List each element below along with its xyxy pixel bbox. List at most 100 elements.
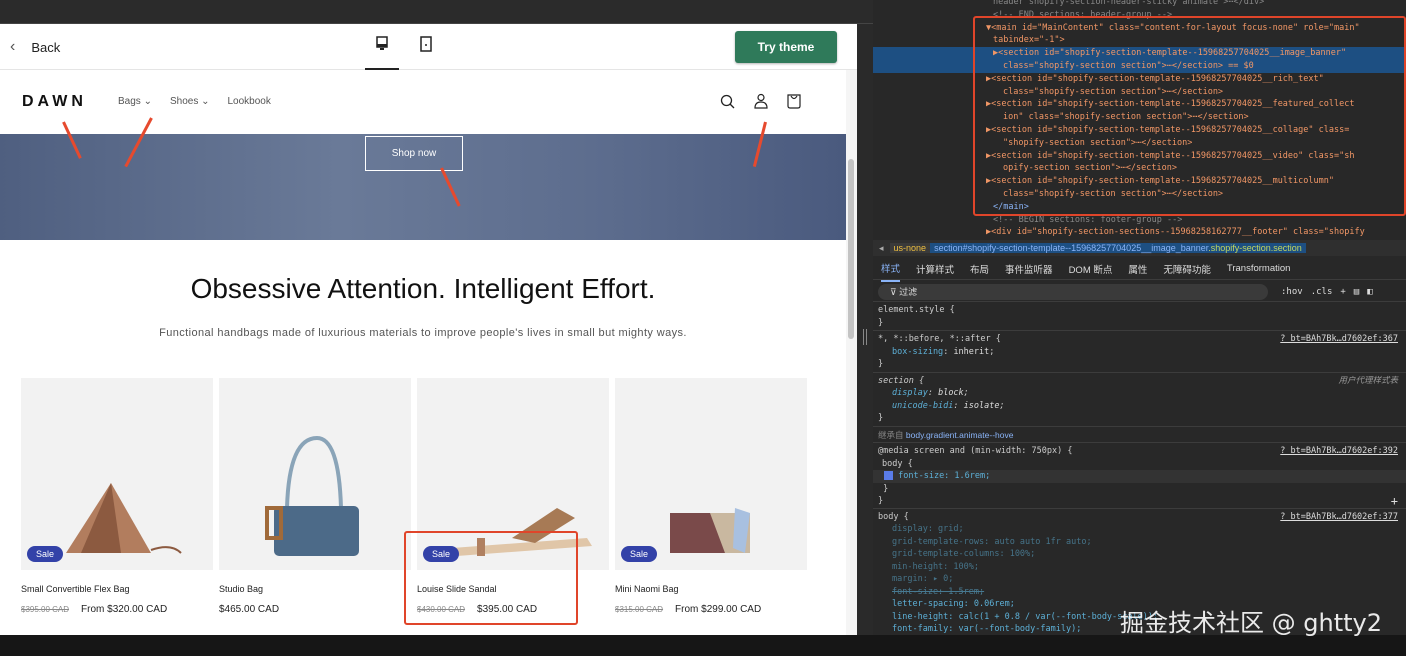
css-declaration[interactable]: font-family: var(--font-body-family); [878, 624, 1081, 634]
bag-image [670, 508, 750, 553]
shop-now-button[interactable]: Shop now [365, 136, 463, 171]
tab-0[interactable]: 样式 [881, 256, 901, 282]
styles-toolbar: :hov .cls + ▤ ◧ [1281, 284, 1373, 300]
tab-4[interactable]: DOM 断点 [1069, 262, 1113, 276]
highlight-box [404, 531, 578, 625]
tab-1[interactable]: 计算样式 [916, 262, 954, 276]
css-prop[interactable]: unicode-bidi [878, 401, 953, 411]
product-card[interactable]: Studio Bag $465.00 CAD [219, 378, 411, 615]
tab-6[interactable]: 无障碍功能 [1163, 262, 1211, 276]
dom-node-line[interactable]: header shopify-section-header-sticky ani… [873, 0, 1406, 9]
rule-selector: body { [878, 511, 909, 522]
sale-badge: Sale [621, 546, 658, 562]
inherited-from-link[interactable]: body.gradient.animate--hove [906, 430, 1014, 440]
styles-tabs: 样式 计算样式 布局 事件监听器 DOM 断点 属性 无障碍功能 Transformation [873, 256, 1406, 282]
dom-breadcrumb: ◂ us-none section#shopify-section-template… [873, 240, 1406, 256]
rich-text-heading: Obsessive Attention. Intelligent Effort. [190, 273, 656, 304]
rich-text-subtitle: Functional handbags made of luxurious ma… [159, 327, 687, 339]
product-image[interactable]: Sale [21, 378, 213, 570]
store-logo[interactable]: DAWN [22, 93, 87, 111]
browser-top-strip [0, 0, 873, 24]
add-rule-button[interactable]: + [1340, 284, 1345, 300]
breadcrumb-current[interactable]: section#shopify-section-template--159682… [930, 243, 1306, 253]
rule-selector: section { [878, 375, 925, 386]
sale-badge: Sale [27, 546, 64, 562]
css-declaration[interactable]: display: grid; [878, 524, 964, 534]
sale-price: From $320.00 CAD [81, 604, 168, 615]
tab-7[interactable]: Transformation [1227, 263, 1291, 274]
search-icon[interactable] [720, 94, 736, 110]
cart-icon[interactable] [786, 93, 802, 110]
devtools-panel: header shopify-section-header-sticky ani… [873, 0, 1406, 635]
store-header: DAWN Bags ⌄ Shoes ⌄ Lookbook [0, 70, 846, 134]
preview-toolbar: ‹ Back Try theme [0, 24, 857, 70]
mobile-icon [420, 36, 432, 52]
media-query: @media screen and (min-width: 750px) { [878, 446, 1073, 456]
chevron-left-icon[interactable]: ◂ [873, 243, 890, 253]
highlight-box [973, 16, 1406, 216]
back-button[interactable]: ‹ Back [10, 38, 60, 56]
chevron-left-icon: ‹ [10, 38, 16, 55]
nav-lookbook[interactable]: Lookbook [228, 96, 271, 107]
css-declaration[interactable]: font-size: 1.6rem; [898, 471, 990, 481]
product-name[interactable]: Studio Bag [219, 584, 411, 594]
compare-price: $395.00 CAD [21, 605, 70, 614]
css-declaration[interactable]: letter-spacing: 0.06rem; [878, 599, 1015, 609]
css-declaration[interactable]: font-size: 1.5rem; [878, 587, 984, 597]
hov-toggle[interactable]: :hov [1281, 284, 1303, 300]
nav-shoes[interactable]: Shoes ⌄ [170, 96, 210, 107]
breadcrumb-prev[interactable]: us-none [889, 243, 931, 253]
desktop-view-button[interactable] [365, 36, 399, 70]
tab-3[interactable]: 事件监听器 [1005, 262, 1053, 276]
try-theme-button[interactable]: Try theme [735, 31, 837, 63]
sidebar-toggle-icon[interactable]: ◧ [1367, 284, 1372, 300]
css-value[interactable]: block [938, 388, 964, 398]
paint-icon[interactable]: ▤ [1354, 284, 1359, 300]
bottom-bar [0, 635, 1406, 656]
product-image[interactable] [219, 378, 411, 570]
css-declaration[interactable]: grid-template-rows: auto auto 1fr auto; [878, 537, 1092, 547]
chevron-down-icon: ⌄ [201, 96, 210, 107]
dom-node-line[interactable]: ▶<div id="shopify-section-sections--1596… [873, 226, 1406, 239]
panel-resizer[interactable] [857, 24, 873, 635]
tab-2[interactable]: 布局 [970, 262, 989, 276]
account-icon[interactable] [753, 93, 769, 110]
tab-5[interactable]: 属性 [1128, 262, 1147, 276]
rule-selector: *, *::before, *::after { [878, 334, 1001, 344]
product-image[interactable]: Sale [615, 378, 807, 570]
rule-source-link[interactable]: ?_bt=BAh7Bk…d7602ef:377 [1280, 511, 1398, 524]
styles-filter-input[interactable]: ⊽ 过滤 [878, 284, 1268, 300]
css-value[interactable]: inherit [953, 347, 989, 357]
desktop-icon [376, 36, 388, 50]
rule-source-link[interactable]: ?_bt=BAh7Bk…d7602ef:392 [1280, 445, 1398, 458]
nav-bags[interactable]: Bags ⌄ [118, 96, 152, 107]
watermark: 掘金技术社区 @ ghtty2 [1120, 609, 1382, 637]
css-declaration[interactable]: min-height: 100%; [878, 562, 979, 572]
product-card[interactable]: Sale Mini Naomi Bag $315.00 CAD From $299… [615, 378, 807, 615]
scrollbar-thumb[interactable] [848, 159, 854, 339]
product-card[interactable]: Sale Small Convertible Flex Bag $395.00 … [21, 378, 213, 615]
rule-selector: body { [882, 458, 913, 469]
css-declaration[interactable]: grid-template-columns: 100%; [878, 549, 1035, 559]
css-value[interactable]: isolate [964, 401, 1000, 411]
price: $465.00 CAD [219, 604, 280, 615]
compare-price: $315.00 CAD [615, 605, 664, 614]
product-name[interactable]: Small Convertible Flex Bag [21, 584, 213, 594]
image-banner: Shop now [0, 134, 846, 240]
checkbox-icon[interactable] [884, 471, 893, 480]
css-prop[interactable]: display [878, 388, 928, 398]
mobile-view-button[interactable] [409, 36, 443, 70]
preview-scrollbar[interactable] [846, 70, 857, 635]
sale-price: From $299.00 CAD [675, 604, 762, 615]
css-declaration[interactable]: line-height: calc(1 + 0.8 / var(--font-b… [878, 612, 1158, 622]
theme-preview: ‹ Back Try theme DAWN Bags ⌄ Shoes ⌄ Look… [0, 24, 857, 635]
add-icon[interactable]: + [1391, 495, 1398, 508]
rule-selector: element.style { [878, 305, 955, 315]
filter-icon: ⊽ [890, 287, 900, 297]
rule-source-link[interactable]: 用户代理样式表 [1338, 375, 1398, 388]
css-prop[interactable]: box-sizing [878, 347, 943, 357]
css-declaration[interactable]: margin: ▸ 0; [878, 574, 953, 584]
rule-source-link[interactable]: ?_bt=BAh7Bk…d7602ef:367 [1280, 333, 1398, 346]
product-name[interactable]: Mini Naomi Bag [615, 584, 807, 594]
cls-toggle[interactable]: .cls [1311, 284, 1333, 300]
